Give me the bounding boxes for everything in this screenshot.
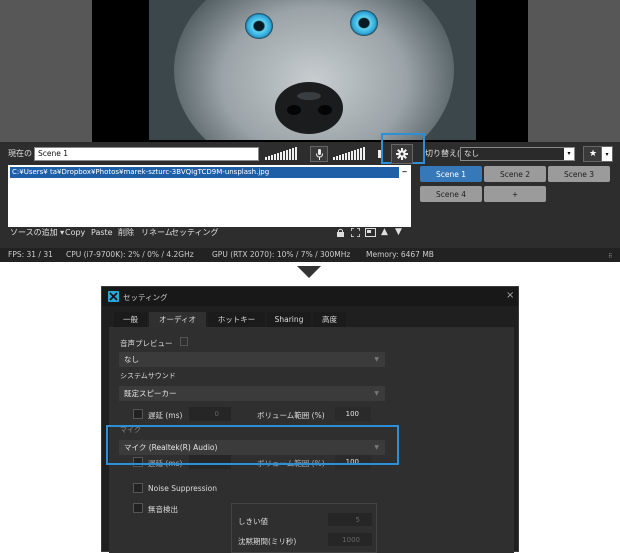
tab-sharing[interactable]: Sharing: [267, 312, 311, 327]
settings-button[interactable]: [391, 144, 413, 164]
source-settings-button[interactable]: セッティング: [171, 228, 219, 238]
settings-title: セッティング: [123, 293, 168, 302]
lock-icon[interactable]: [337, 228, 344, 237]
copy-button[interactable]: Copy: [65, 228, 85, 238]
chevron-down-icon: ▼: [374, 356, 379, 363]
source-item-selected[interactable]: C:¥Users¥ ta¥Dropbox¥Photos¥marek-szturc…: [10, 167, 399, 178]
preview-area: [0, 0, 620, 142]
system-delay-checkbox[interactable]: [133, 409, 143, 419]
threshold-input[interactable]: 5: [328, 513, 372, 526]
system-sound-label: システムサウンド: [120, 372, 176, 380]
gear-icon: [396, 148, 408, 160]
audio-preview-label: 音声プレビュー: [120, 339, 173, 348]
silence-detect-label: 無音検出: [148, 505, 178, 514]
mic-audio-meter: [333, 147, 365, 160]
settings-titlebar: セッティング ×: [102, 287, 518, 306]
gpu-status: GPU (RTX 2070): 10% / 7% / 300MHz: [212, 250, 351, 259]
system-volume-label: ボリューム範囲 (%): [257, 411, 325, 420]
paste-button[interactable]: Paste: [91, 228, 113, 238]
scene-button-1[interactable]: Scene 1: [420, 166, 482, 182]
status-bar: FPS: 31 / 31 CPU (i7-9700K): 2% / 0% / 4…: [0, 248, 620, 262]
mic-highlight-box: [106, 425, 399, 465]
scene-button-2[interactable]: Scene 2: [484, 166, 546, 182]
tab-advanced[interactable]: 高度: [313, 312, 346, 327]
scene-effects-dropdown[interactable]: ▾: [601, 146, 613, 162]
add-source-button[interactable]: ソースの追加 ▾: [10, 228, 64, 238]
microphone-icon: [315, 148, 323, 160]
current-scene-label: 現在の: [8, 149, 32, 158]
silence-duration-label: 沈黙期間(ミリ秒): [238, 537, 297, 546]
desktop-audio-meter: [265, 147, 297, 160]
transition-select[interactable]: なし ▾: [460, 147, 575, 161]
main-window: 現在の Scene 1 切り替え(I) なし ▾ ★ ▾ Scene 1 Sce…: [0, 0, 620, 262]
eye-icon[interactable]: ━: [400, 167, 409, 178]
system-sound-value: 既定スピーカー: [124, 389, 177, 398]
silence-duration-input[interactable]: 1000: [328, 533, 372, 546]
scene-effects-button[interactable]: ★: [583, 146, 603, 162]
tab-audio[interactable]: オーディオ: [149, 312, 206, 327]
mic-button[interactable]: [310, 146, 328, 162]
fps-status: FPS: 31 / 31: [8, 250, 53, 259]
audio-preview-value: なし: [124, 355, 139, 364]
resize-grip-icon[interactable]: ⠿: [608, 253, 616, 261]
silence-detect-checkbox[interactable]: [133, 503, 143, 513]
silence-detect-group: しきい値 5 沈黙期間(ミリ秒) 1000: [231, 503, 377, 553]
current-scene-input[interactable]: Scene 1: [34, 147, 259, 161]
cpu-status: CPU (i7-9700K): 2% / 0% / 4.2GHz: [66, 250, 194, 259]
rename-button[interactable]: リネーム: [141, 228, 173, 238]
tab-hotkeys[interactable]: ホットキー: [208, 312, 265, 327]
transition-select-value: なし: [464, 149, 479, 158]
scene-button-3[interactable]: Scene 3: [548, 166, 610, 182]
preview-left-margin: [0, 0, 92, 142]
arrow-down-icon: [297, 266, 321, 278]
layout-icon[interactable]: [365, 228, 376, 239]
memory-status: Memory: 6467 MB: [366, 250, 434, 259]
settings-dialog: セッティング × 一般 オーディオ ホットキー Sharing 高度 音声プレビ…: [101, 286, 519, 553]
noise-suppression-label: Noise Suppression: [148, 484, 217, 493]
fit-icon[interactable]: [350, 227, 361, 239]
tab-general[interactable]: 一般: [114, 312, 147, 327]
headphones-icon[interactable]: [180, 337, 188, 346]
chevron-down-icon: ▾: [564, 148, 574, 160]
scene-button-4[interactable]: Scene 4: [420, 186, 482, 202]
system-sound-select[interactable]: 既定スピーカー ▼: [119, 386, 385, 401]
audio-preview-select[interactable]: なし ▼: [119, 352, 385, 367]
add-scene-button[interactable]: +: [484, 186, 546, 202]
preview-image: [149, 0, 476, 140]
chevron-down-icon: ▾: [605, 150, 609, 158]
app-logo-icon: [108, 291, 119, 302]
system-delay-input[interactable]: 0: [189, 407, 231, 421]
threshold-label: しきい値: [238, 517, 268, 526]
system-delay-label: 遅延 (ms): [148, 411, 183, 420]
preview-right-margin: [528, 0, 620, 142]
sparkle-icon: ★: [588, 149, 598, 159]
chevron-down-icon: ▼: [374, 390, 379, 397]
noise-suppression-checkbox[interactable]: [133, 483, 143, 493]
move-down-icon[interactable]: ▼: [395, 227, 402, 237]
system-volume-input[interactable]: 100: [335, 407, 371, 421]
add-source-label: ソースの追加: [10, 228, 58, 237]
move-up-icon[interactable]: ▲: [381, 227, 388, 237]
source-list[interactable]: C:¥Users¥ ta¥Dropbox¥Photos¥marek-szturc…: [8, 165, 411, 227]
source-toolbar: ソースの追加 ▾ Copy Paste 削除 リネーム セッティング ▲ ▼: [8, 226, 411, 240]
husky-photo: [149, 0, 476, 140]
delete-button[interactable]: 削除: [118, 228, 134, 238]
close-button[interactable]: ×: [506, 290, 514, 301]
